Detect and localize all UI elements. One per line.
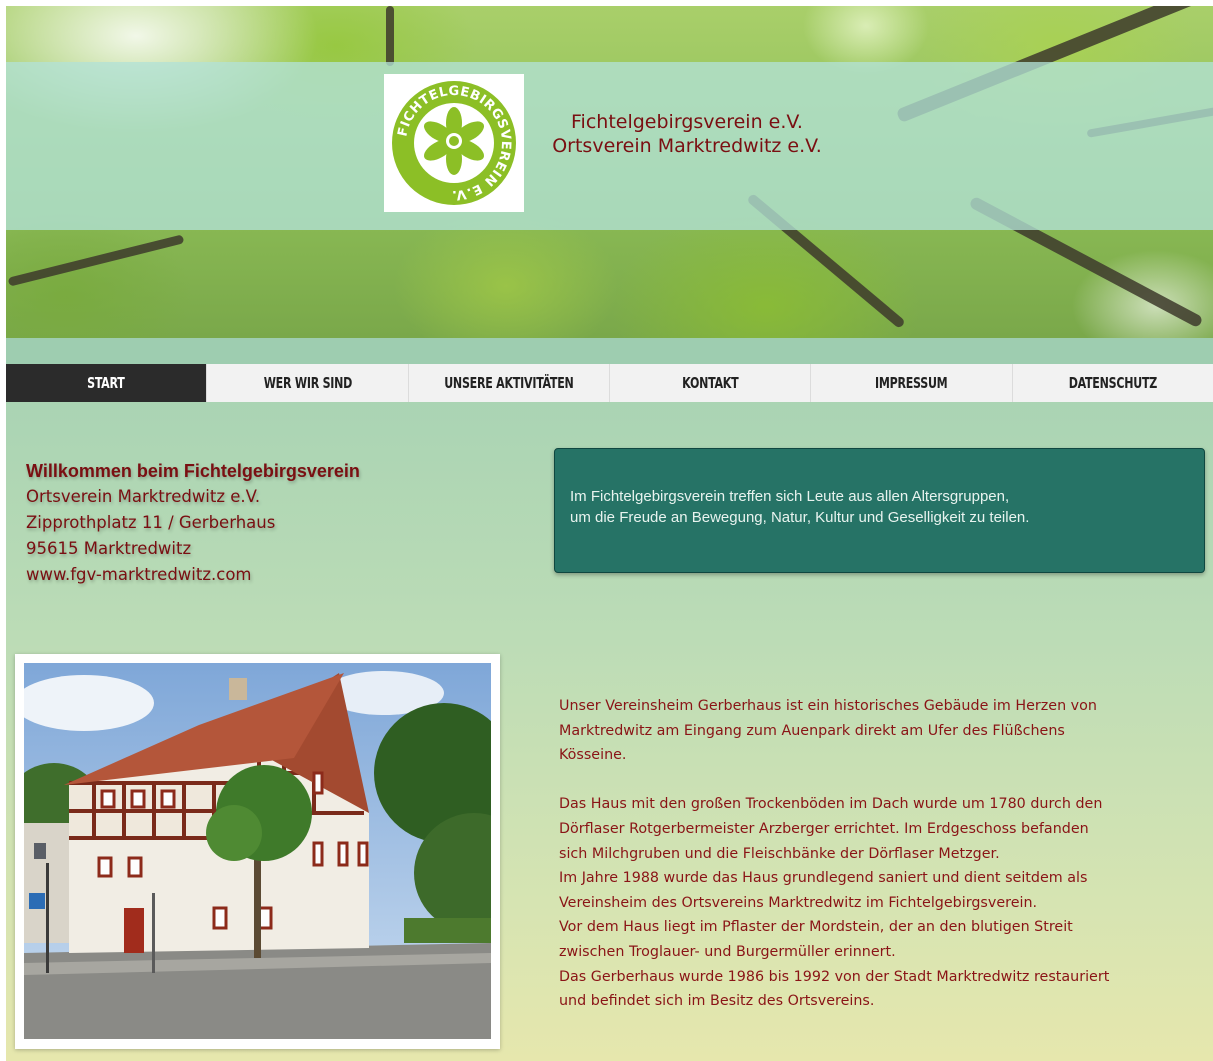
description-text: Unser Vereinsheim Gerberhaus ist ein his… [559,694,1209,1014]
nav-item-datenschutz[interactable]: DATENSCHUTZ [1013,364,1213,402]
nav-item-start[interactable]: START [6,364,208,402]
description-line: Unser Vereinsheim Gerberhaus ist ein his… [559,698,1097,714]
description-line: Das Gerberhaus wurde 1986 bis 1992 von d… [559,968,1110,985]
description-line: Im Jahre 1988 wurde das Haus grundlegend… [559,870,1088,887]
description-line: und befindet sich im Besitz des Ortsvere… [559,993,875,1010]
nav-item-unsere-aktivitaeten[interactable]: UNSERE AKTIVITÄTEN [409,364,610,402]
organization-title: Fichtelgebirgsverein e.V. Ortsverein Mar… [527,110,847,158]
description-line: Kösseine. [559,747,627,764]
branch-decor [386,6,394,66]
logo-emblem: FICHTELGEBIRGSVEREIN E.V. [392,81,516,205]
header-banner: FICHTELGEBIRGSVEREIN E.V. Fichtelgebirgs… [6,6,1213,338]
welcome-website[interactable]: www.fgv-marktredwitz.com [26,562,446,588]
nav-item-label[interactable]: WER WIR SIND [263,374,352,392]
info-line: um die Freude an Bewegung, Natur, Kultur… [570,509,1030,526]
nav-item-wer-wir-sind[interactable]: WER WIR SIND [207,364,409,402]
description-line: zwischen Troglauer- und Burgermüller eri… [559,943,896,960]
description-line: Marktredwitz am Eingang zum Auenpark dir… [559,722,1065,739]
branch-decor [7,234,185,287]
nav-item-kontakt[interactable]: KONTAKT [610,364,812,402]
logo[interactable]: FICHTELGEBIRGSVEREIN E.V. [384,74,524,212]
gerberhaus-photo [24,663,491,1039]
welcome-title: Willkommen beim Fichtelgebirgsverein [26,461,360,481]
org-name-line2: Ortsverein Marktredwitz e.V. [552,135,822,157]
nav-strip [6,338,1213,364]
welcome-street: Zipprothplatz 11 / Gerberhaus [26,513,276,532]
nav-item-label[interactable]: START [87,374,125,392]
nav-item-label[interactable]: IMPRESSUM [875,374,948,392]
gerberhaus-photo-frame [15,654,500,1049]
welcome-city: 95615 Marktredwitz [26,539,192,558]
description-line: sich Milchgruben und die Fleischbänke de… [559,845,1000,862]
nav-item-label[interactable]: UNSERE AKTIVITÄTEN [444,374,574,392]
info-box: Im Fichtelgebirgsverein treffen sich Leu… [554,448,1205,573]
main-navigation: START WER WIR SIND UNSERE AKTIVITÄTEN KO… [6,364,1213,402]
gerberhaus-illustration [24,663,491,1039]
description-line: Vor dem Haus liegt im Pflaster der Mords… [559,919,1073,936]
nav-item-impressum[interactable]: IMPRESSUM [811,364,1013,402]
nav-item-label[interactable]: KONTAKT [682,374,739,392]
nav-item-label[interactable]: DATENSCHUTZ [1069,374,1158,392]
info-line: Im Fichtelgebirgsverein treffen sich Leu… [570,488,1010,505]
description-line: Vereinsheim des Ortsvereins Marktredwitz… [559,894,1038,911]
description-line: Das Haus mit den großen Trockenböden im … [559,796,1103,813]
org-name-line1: Fichtelgebirgsverein e.V. [571,111,803,133]
welcome-block: Willkommen beim Fichtelgebirgsverein Ort… [26,458,446,588]
description-line: Dörflaser Rotgerbermeister Arzberger err… [559,820,1089,837]
page-frame: FICHTELGEBIRGSVEREIN E.V. Fichtelgebirgs… [6,6,1213,1061]
welcome-org-name: Ortsverein Marktredwitz e.V. [26,487,261,506]
